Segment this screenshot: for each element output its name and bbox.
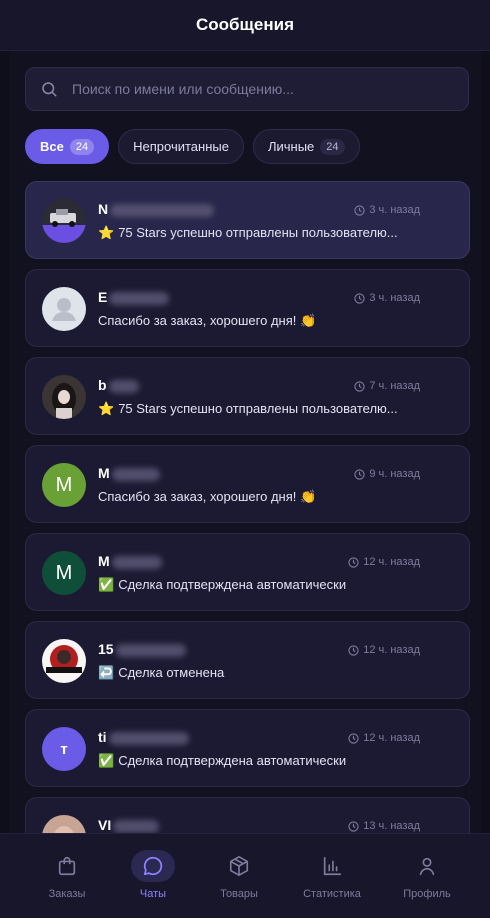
- redacted-name-blur: [108, 731, 189, 745]
- redacted-name-blur: [109, 291, 170, 305]
- tab-label: Профиль: [403, 888, 451, 900]
- chat-preview: ↩️ Сделка отменена: [98, 665, 225, 680]
- tab-orders[interactable]: Заказы: [18, 834, 116, 918]
- clock-icon: [354, 468, 365, 480]
- chat-preview: ⭐ 75 Stars успешно отправлены пользовател…: [98, 225, 398, 240]
- default-user-avatar-icon: [52, 298, 76, 321]
- chat-list-item[interactable]: M M 12 ч. назад ✅ Сделка подтверждена авт…: [25, 533, 470, 611]
- chat-panel: Все 24 Непрочитанные Личные 24 N: [9, 51, 481, 833]
- filter-chip-count: 24: [69, 138, 95, 155]
- chat-name: E: [98, 289, 170, 305]
- tab-label: Статистика: [303, 888, 361, 900]
- filter-chips: Все 24 Непрочитанные Личные 24: [25, 129, 360, 164]
- clock-icon: [348, 732, 359, 744]
- avatar: [42, 815, 86, 833]
- chat-list-item[interactable]: M M 9 ч. назад Спасибо за заказ, хорошег…: [25, 445, 470, 523]
- star-emoji-icon: ⭐: [98, 401, 115, 416]
- chat-name: M: [98, 465, 160, 481]
- tab-statistics[interactable]: Статистика: [283, 834, 381, 918]
- clock-icon: [354, 292, 365, 304]
- avatar: [42, 199, 86, 243]
- tab-chats[interactable]: Чаты: [104, 834, 202, 918]
- chat-name: M: [98, 553, 162, 569]
- bottom-tab-bar: Заказы Чаты Товары Статистика Профиль: [0, 833, 490, 918]
- check-box-icon: ✅: [98, 753, 115, 768]
- chat-preview: ⭐ 75 Stars успешно отправлены пользовател…: [98, 401, 398, 416]
- avatar: [42, 375, 86, 419]
- chat-time: 9 ч. назад: [354, 468, 420, 480]
- chat-name: b: [98, 377, 139, 393]
- avatar: [42, 639, 86, 683]
- chat-name: 15: [98, 641, 186, 657]
- box-icon: [229, 856, 249, 876]
- chat-name: VI: [98, 817, 160, 833]
- chat-name: ti: [98, 729, 189, 745]
- shopping-bag-icon: [58, 856, 76, 876]
- return-arrow-icon: ↩️: [98, 665, 115, 680]
- filter-chip-count: 24: [320, 138, 345, 155]
- clock-icon: [354, 204, 365, 216]
- chat-name: N: [98, 201, 215, 217]
- filter-chip-label: Непрочитанные: [133, 139, 229, 154]
- tab-label: Чаты: [139, 888, 167, 900]
- redacted-name-blur: [111, 467, 160, 481]
- avatar: M: [42, 551, 86, 595]
- redacted-name-blur: [108, 379, 139, 393]
- chat-time: 12 ч. назад: [348, 644, 420, 656]
- search-icon: [42, 82, 57, 97]
- avatar: [42, 287, 86, 331]
- chat-list-item[interactable]: N 3 ч. назад ⭐ 75 Stars успешно отправлен…: [25, 181, 470, 259]
- redacted-name-blur: [111, 555, 162, 569]
- avatar: M: [42, 463, 86, 507]
- chat-time: 12 ч. назад: [348, 556, 420, 568]
- photo-avatar-icon: [42, 815, 86, 833]
- filter-chip-all[interactable]: Все 24: [25, 129, 110, 164]
- page-title: Сообщения: [196, 15, 294, 34]
- photo-avatar-icon: [42, 199, 86, 243]
- chat-time: 7 ч. назад: [354, 380, 420, 392]
- clock-icon: [348, 556, 359, 568]
- tab-profile[interactable]: Профиль: [378, 834, 476, 918]
- redacted-name-blur: [110, 203, 215, 217]
- avatar: т: [42, 727, 86, 771]
- filter-chip-personal[interactable]: Личные 24: [252, 129, 360, 164]
- chat-list-item[interactable]: E 3 ч. назад Спасибо за заказ, хорошего …: [25, 269, 470, 347]
- user-icon: [419, 857, 435, 876]
- tab-label: Заказы: [48, 888, 86, 900]
- clock-icon: [348, 820, 359, 832]
- star-emoji-icon: ⭐: [98, 225, 115, 240]
- chat-list-item[interactable]: 15 12 ч. назад ↩️ Сделка отменена: [25, 621, 470, 699]
- chat-time: 3 ч. назад: [354, 292, 420, 304]
- filter-chip-unread[interactable]: Непрочитанные: [118, 129, 244, 164]
- chat-preview: Спасибо за заказ, хорошего дня! 👏: [98, 313, 317, 328]
- chat-time: 12 ч. назад: [348, 732, 420, 744]
- check-box-icon: ✅: [98, 577, 115, 592]
- clock-icon: [354, 380, 365, 392]
- clock-icon: [348, 644, 359, 656]
- chat-list-item[interactable]: т ti 12 ч. назад ✅ Сделка подтверждена ав…: [25, 709, 470, 787]
- filter-chip-label: Все: [40, 139, 64, 154]
- search-box[interactable]: [25, 67, 469, 111]
- chat-preview: Спасибо за заказ, хорошего дня! 👏: [98, 489, 317, 504]
- chat-time: 3 ч. назад: [354, 204, 420, 216]
- tab-products[interactable]: Товары: [190, 834, 288, 918]
- filter-chip-label: Личные: [267, 139, 315, 154]
- game-logo-avatar-icon: [42, 639, 86, 683]
- chat-list-item[interactable]: VI 13 ч. назад: [25, 797, 470, 833]
- search-input[interactable]: [70, 80, 468, 98]
- chat-time: 13 ч. назад: [348, 820, 420, 832]
- chat-list-item[interactable]: b 7 ч. назад ⭐ 75 Stars успешно отправлен…: [25, 357, 470, 435]
- chat-preview: ✅ Сделка подтверждена автоматически: [98, 577, 347, 592]
- redacted-name-blur: [115, 643, 186, 657]
- app-header: Сообщения: [0, 0, 490, 51]
- redacted-name-blur: [113, 819, 160, 833]
- chat-preview: ✅ Сделка подтверждена автоматически: [98, 753, 347, 768]
- chat-bubble-icon: [143, 856, 163, 876]
- bar-chart-icon: [323, 856, 342, 876]
- photo-avatar-icon: [42, 375, 86, 419]
- tab-label: Товары: [220, 888, 258, 900]
